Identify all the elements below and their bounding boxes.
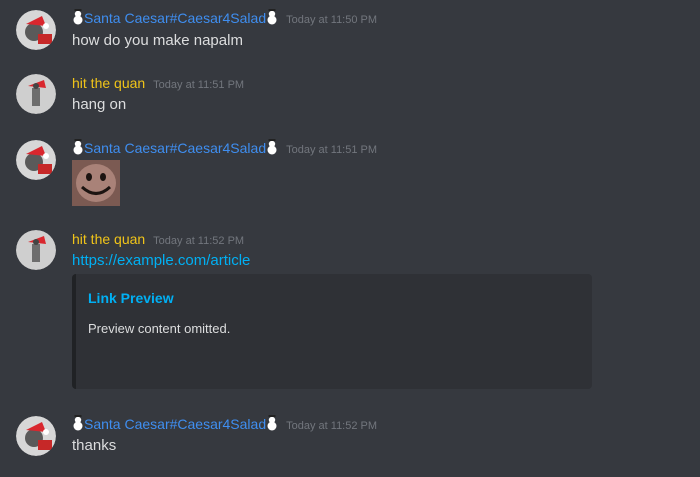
snowman-icon [267, 9, 277, 25]
message-text: thanks [72, 437, 117, 454]
message-header: hit the quan Today at 11:52 PM [72, 229, 244, 251]
username[interactable]: Santa Caesar#Caesar4Salad [84, 10, 266, 26]
article-link[interactable]: https://example.com/article [72, 252, 250, 269]
timestamp: Today at 11:52 PM [286, 420, 378, 432]
message-header: Santa Caesar#Caesar4Salad Today at 11:52 … [72, 414, 377, 436]
snowman-icon [267, 139, 277, 155]
message-header: Santa Caesar#Caesar4Salad Today at 11:51 … [72, 138, 377, 160]
avatar[interactable] [16, 10, 56, 50]
message-link: https://example.com/article [72, 251, 250, 271]
chat-messages: Santa Caesar#Caesar4Salad Today at 11:50 … [0, 0, 700, 477]
timestamp: Today at 11:51 PM [286, 144, 378, 156]
username[interactable]: Santa Caesar#Caesar4Salad [84, 140, 266, 156]
embed-title[interactable]: Link Preview [88, 290, 174, 306]
message-text: hang on [72, 96, 127, 113]
username[interactable]: Santa Caesar#Caesar4Salad [84, 416, 266, 432]
username[interactable]: hit the quan [72, 231, 145, 247]
snowman-icon [267, 415, 277, 431]
timestamp: Today at 11:51 PM [153, 79, 245, 91]
avatar[interactable] [16, 416, 56, 456]
avatar[interactable] [16, 230, 56, 270]
embed-description: Preview content omitted. [88, 321, 231, 336]
snowman-icon [73, 9, 83, 25]
username[interactable]: hit the quan [72, 75, 145, 91]
snowman-icon [73, 139, 83, 155]
snowman-icon [73, 415, 83, 431]
timestamp: Today at 11:50 PM [286, 14, 378, 26]
link-embed: Link Preview Preview content omitted. [72, 274, 592, 389]
message-header: Santa Caesar#Caesar4Salad Today at 11:50 … [72, 8, 377, 30]
avatar[interactable] [16, 74, 56, 114]
message-text: how do you make napalm [72, 32, 243, 49]
smiley-face-image[interactable] [72, 160, 120, 206]
timestamp: Today at 11:52 PM [153, 235, 245, 247]
message-header: hit the quan Today at 11:51 PM [72, 73, 244, 95]
avatar[interactable] [16, 140, 56, 180]
